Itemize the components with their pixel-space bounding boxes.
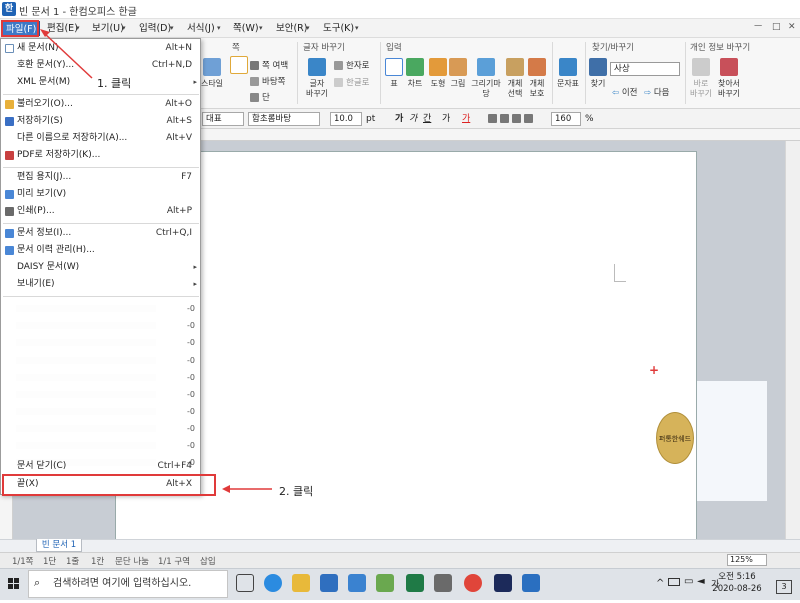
excel-icon[interactable] — [406, 574, 424, 592]
store-icon[interactable] — [320, 574, 338, 592]
photoshop-icon[interactable] — [494, 574, 512, 592]
tray-arrow-icon[interactable]: ^ — [656, 578, 664, 589]
notification-badge[interactable]: 3 — [776, 580, 792, 594]
app-icon-1[interactable] — [376, 574, 394, 592]
edge-browser-icon[interactable] — [264, 574, 282, 592]
search-icon: ⌕ — [34, 576, 41, 589]
annotation-arrow-step1 — [43, 32, 93, 79]
clock-time: 오전 5:16 — [718, 572, 756, 582]
file-explorer-icon[interactable] — [292, 574, 310, 592]
battery-icon[interactable] — [668, 578, 680, 586]
start-button[interactable] — [0, 568, 28, 600]
annotation-step1: 1. 클릭 — [97, 77, 132, 90]
app-icon-2[interactable] — [434, 574, 452, 592]
hwp-icon[interactable] — [522, 574, 540, 592]
network-icon[interactable]: ▭ — [684, 576, 693, 587]
clock-date: 2020-08-26 — [712, 584, 762, 594]
windows-logo-icon — [8, 578, 19, 589]
mail-icon[interactable] — [348, 574, 366, 592]
task-view-icon[interactable] — [236, 574, 254, 592]
annotation-arrowhead-step2 — [222, 485, 230, 493]
taskbar-clock[interactable]: 오전 5:16 2020-08-26 — [712, 571, 762, 595]
volume-icon[interactable]: ◄ — [697, 576, 705, 587]
taskbar-search-input[interactable]: 검색하려면 여기에 입력하십시오. — [28, 570, 228, 598]
chrome-icon[interactable] — [464, 574, 482, 592]
annotation-step2: 2. 클릭 — [279, 485, 314, 498]
annotation-arrowhead-step1 — [40, 29, 50, 37]
